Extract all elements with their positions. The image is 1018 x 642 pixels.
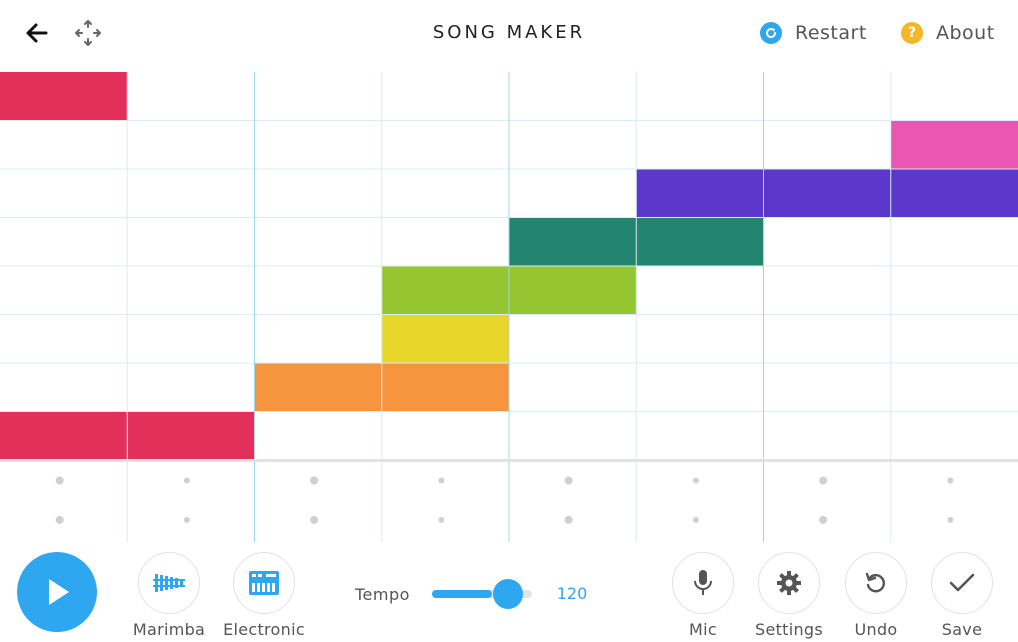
note-cell[interactable] [0, 411, 128, 461]
restart-button[interactable]: Restart [760, 20, 867, 46]
note-cell[interactable] [890, 169, 1018, 218]
tempo-label: Tempo [355, 585, 410, 604]
percussion-dot[interactable] [183, 516, 190, 523]
about-label: About [936, 22, 995, 44]
percussion-dot[interactable] [819, 476, 828, 485]
restart-label: Restart [795, 22, 867, 44]
header-bar: SONG MAKER Restart ? About [0, 0, 1018, 72]
percussion-dot[interactable] [947, 477, 954, 484]
mic-label: Mic [689, 620, 717, 639]
note-cell[interactable] [127, 411, 255, 461]
tempo-slider-fill [432, 590, 492, 598]
percussion-dot[interactable] [692, 516, 699, 523]
percussion-dot[interactable] [438, 477, 445, 484]
note-cell[interactable] [509, 217, 637, 267]
note-grid[interactable] [0, 72, 1018, 542]
note-cell[interactable] [254, 363, 383, 412]
tempo-slider[interactable] [432, 579, 532, 609]
marimba-label: Marimba [132, 620, 206, 639]
undo-icon [865, 572, 885, 593]
percussion-dot[interactable] [55, 515, 64, 524]
note-cell[interactable] [636, 169, 764, 218]
note-cell[interactable] [890, 120, 1018, 170]
percussion-dot[interactable] [947, 516, 954, 523]
marimba-button[interactable] [138, 552, 200, 614]
note-cell[interactable] [381, 314, 510, 364]
mic-button[interactable] [672, 552, 734, 614]
percussion-dot[interactable] [819, 515, 828, 524]
percussion-dot[interactable] [310, 476, 319, 485]
percussion-dot[interactable] [692, 477, 699, 484]
about-button[interactable]: ? About [901, 20, 995, 46]
note-cell[interactable] [509, 266, 637, 315]
percussion-dot[interactable] [438, 516, 445, 523]
percussion-dot[interactable] [310, 515, 319, 524]
settings-button[interactable] [758, 552, 820, 614]
play-button[interactable] [17, 552, 97, 632]
tempo-slider-thumb[interactable] [493, 579, 523, 609]
percussion-dot[interactable] [564, 515, 573, 524]
microphone-icon [694, 570, 712, 595]
electronic-keyboard-icon [249, 571, 279, 595]
save-label: Save [941, 620, 983, 639]
electronic-button[interactable] [233, 552, 295, 614]
control-bar: Marimba Electronic Tempo 120 Mic Setting… [0, 542, 1018, 642]
gear-icon [777, 571, 801, 595]
note-cell[interactable] [636, 217, 764, 267]
percussion-separator [0, 459, 1018, 462]
undo-button[interactable] [845, 552, 907, 614]
note-cell[interactable] [0, 72, 128, 121]
note-cell[interactable] [381, 266, 510, 315]
restart-icon [760, 22, 782, 44]
electronic-label: Electronic [223, 620, 305, 639]
save-button[interactable] [931, 552, 993, 614]
percussion-dot[interactable] [55, 476, 64, 485]
question-icon: ? [901, 22, 923, 44]
percussion-dot[interactable] [564, 476, 573, 485]
note-cell[interactable] [763, 169, 892, 218]
note-cell[interactable] [381, 363, 510, 412]
checkmark-icon [949, 573, 975, 592]
note-grid-canvas[interactable] [0, 72, 1018, 542]
marimba-icon [153, 574, 185, 592]
undo-label: Undo [854, 620, 898, 639]
percussion-dot[interactable] [183, 477, 190, 484]
play-icon [49, 579, 69, 605]
tempo-value: 120 [556, 584, 588, 603]
settings-label: Settings [754, 620, 824, 639]
